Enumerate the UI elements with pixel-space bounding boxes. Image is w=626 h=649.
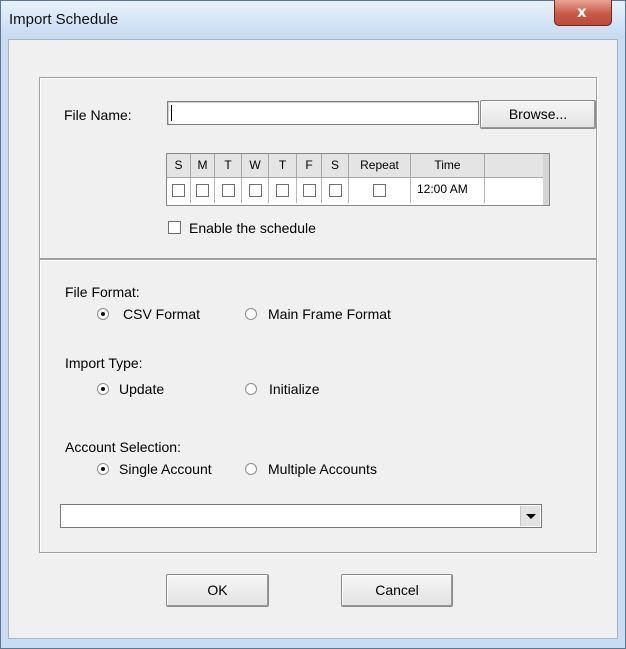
initialize-label: Initialize: [269, 381, 320, 397]
single-account-label: Single Account: [119, 461, 212, 477]
import-type-label: Import Type:: [65, 355, 143, 371]
enable-schedule-label: Enable the schedule: [189, 220, 316, 236]
day-checkbox-thursday[interactable]: [276, 184, 289, 197]
browse-button[interactable]: Browse...: [480, 100, 596, 129]
chevron-down-icon[interactable]: [520, 506, 540, 526]
initialize-radio[interactable]: [245, 383, 257, 395]
col-header-wednesday: W: [242, 154, 269, 178]
multiple-accounts-radio[interactable]: [245, 463, 257, 475]
title-bar[interactable]: Import Schedule x: [1, 0, 625, 37]
cancel-button[interactable]: Cancel: [341, 574, 453, 607]
account-selection-label: Account Selection:: [65, 439, 181, 455]
dialog-title: Import Schedule: [9, 11, 119, 28]
col-header-sunday: S: [167, 154, 191, 178]
update-label: Update: [119, 381, 165, 397]
col-header-saturday: S: [322, 154, 349, 178]
day-checkbox-wednesday[interactable]: [249, 184, 262, 197]
col-header-thursday: T: [269, 154, 297, 178]
file-format-label: File Format:: [65, 284, 140, 300]
main-frame-format-radio[interactable]: [245, 308, 257, 320]
day-checkbox-monday[interactable]: [196, 184, 209, 197]
col-header-friday: F: [297, 154, 322, 178]
time-cell[interactable]: 12:00 AM: [411, 178, 485, 203]
update-radio[interactable]: [97, 383, 109, 395]
day-checkbox-sunday[interactable]: [172, 184, 185, 197]
day-checkbox-tuesday[interactable]: [222, 184, 235, 197]
col-header-tuesday: T: [215, 154, 242, 178]
day-checkbox-friday[interactable]: [303, 184, 316, 197]
enable-schedule-checkbox[interactable]: [168, 221, 181, 234]
import-schedule-dialog: Import Schedule x File Name: Browse... S…: [0, 0, 626, 649]
grid-scroll-area: [543, 154, 549, 205]
file-name-input[interactable]: [167, 101, 479, 125]
text-caret: [171, 105, 172, 121]
csv-format-radio[interactable]: [97, 308, 109, 320]
account-dropdown[interactable]: [60, 504, 542, 528]
single-account-radio[interactable]: [97, 463, 109, 475]
dialog-client-area: File Name: Browse... S M T W T F S Repea…: [8, 39, 618, 639]
day-checkbox-saturday[interactable]: [329, 184, 342, 197]
col-header-time: Time: [411, 154, 485, 178]
repeat-checkbox[interactable]: [373, 184, 386, 197]
close-icon: x: [577, 3, 587, 21]
main-frame-format-label: Main Frame Format: [268, 306, 391, 322]
file-name-label: File Name:: [64, 107, 132, 123]
multiple-accounts-label: Multiple Accounts: [268, 461, 377, 477]
ok-button[interactable]: OK: [166, 574, 269, 607]
col-header-repeat: Repeat: [349, 154, 411, 178]
csv-format-label: CSV Format: [123, 306, 201, 322]
close-button[interactable]: x: [554, 0, 612, 26]
col-header-monday: M: [191, 154, 215, 178]
schedule-grid: S M T W T F S Repeat Time 12:00 AM: [166, 153, 550, 206]
